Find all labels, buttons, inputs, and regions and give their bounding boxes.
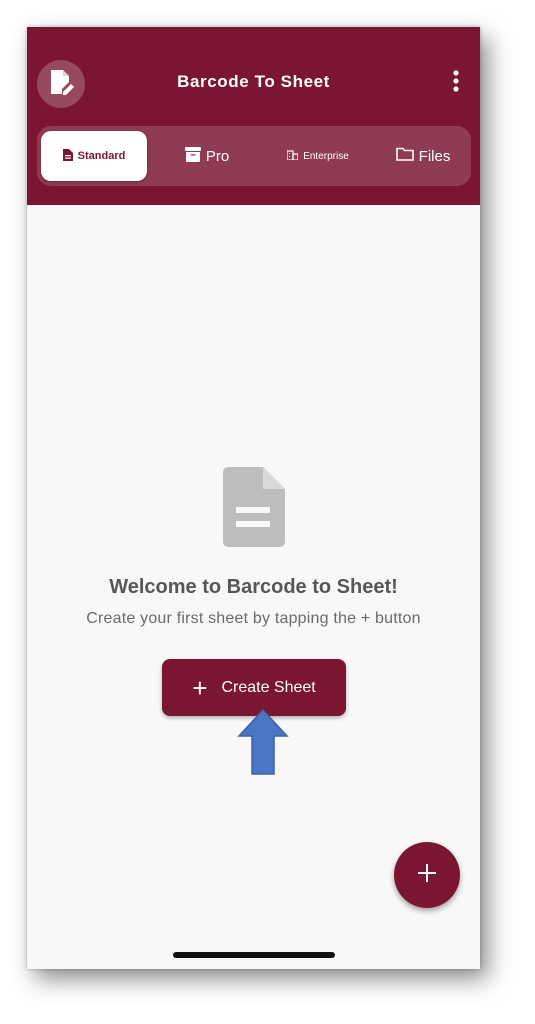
app-bar: Barcode To Sheet Standard Pro Enterprise… (27, 27, 480, 205)
more-menu-button[interactable] (446, 67, 466, 99)
building-icon (286, 149, 299, 163)
tab-bar: Standard Pro Enterprise Files (37, 126, 471, 186)
tab-label: Enterprise (303, 150, 349, 162)
tab-label: Standard (77, 150, 126, 162)
home-indicator (173, 952, 335, 958)
tab-files[interactable]: Files (375, 131, 471, 181)
up-arrow-icon (237, 708, 289, 776)
create-sheet-label: Create Sheet (221, 678, 316, 696)
document-icon (221, 465, 287, 549)
tab-pro[interactable]: Pro (157, 131, 257, 181)
empty-state-subtitle: Create your first sheet by tapping the +… (86, 610, 421, 627)
phone-screen: Barcode To Sheet Standard Pro Enterprise… (27, 27, 480, 969)
folder-icon (395, 147, 414, 165)
app-title: Barcode To Sheet (177, 72, 330, 91)
plus-icon: + (192, 672, 208, 703)
tab-standard[interactable]: Standard (41, 131, 147, 181)
add-sheet-fab[interactable] (394, 842, 460, 908)
tab-label: Pro (205, 147, 230, 165)
more-vertical-icon (453, 69, 459, 97)
archive-icon (184, 146, 201, 166)
tab-label: Files (418, 147, 451, 165)
plus-icon (417, 863, 437, 888)
tab-enterprise[interactable]: Enterprise (263, 131, 373, 181)
document-icon (62, 148, 73, 164)
empty-state-title: Welcome to Barcode to Sheet! (109, 576, 398, 598)
